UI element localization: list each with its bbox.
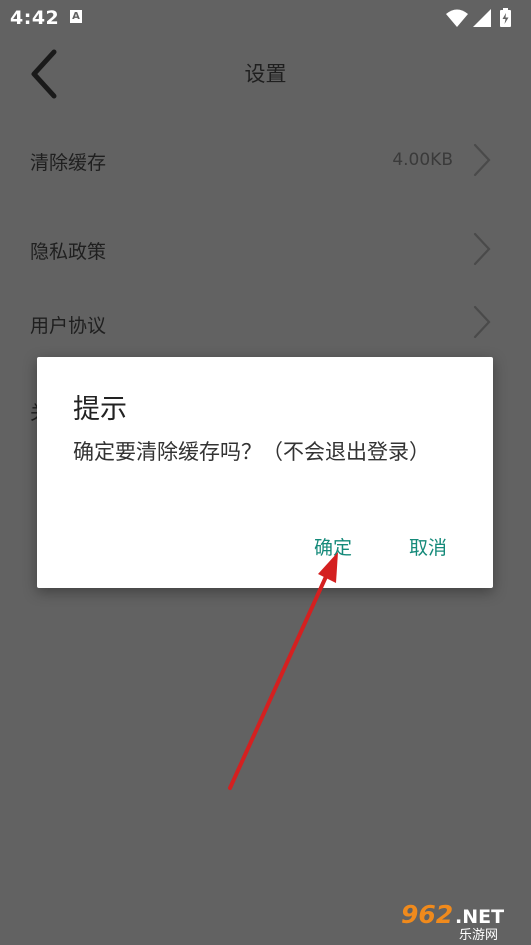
svg-text:962: 962 xyxy=(401,900,453,929)
annotation-arrow-icon xyxy=(228,552,338,790)
settings-screen: 4:42 A 设置 清除缓存 4.00KB 隐私政策 用户协议 提示 确定要清除… xyxy=(0,0,531,945)
svg-text:乐游网: 乐游网 xyxy=(459,928,498,941)
watermark-logo: 962 .NET 乐游网 xyxy=(399,897,525,943)
svg-text:.NET: .NET xyxy=(455,906,504,928)
